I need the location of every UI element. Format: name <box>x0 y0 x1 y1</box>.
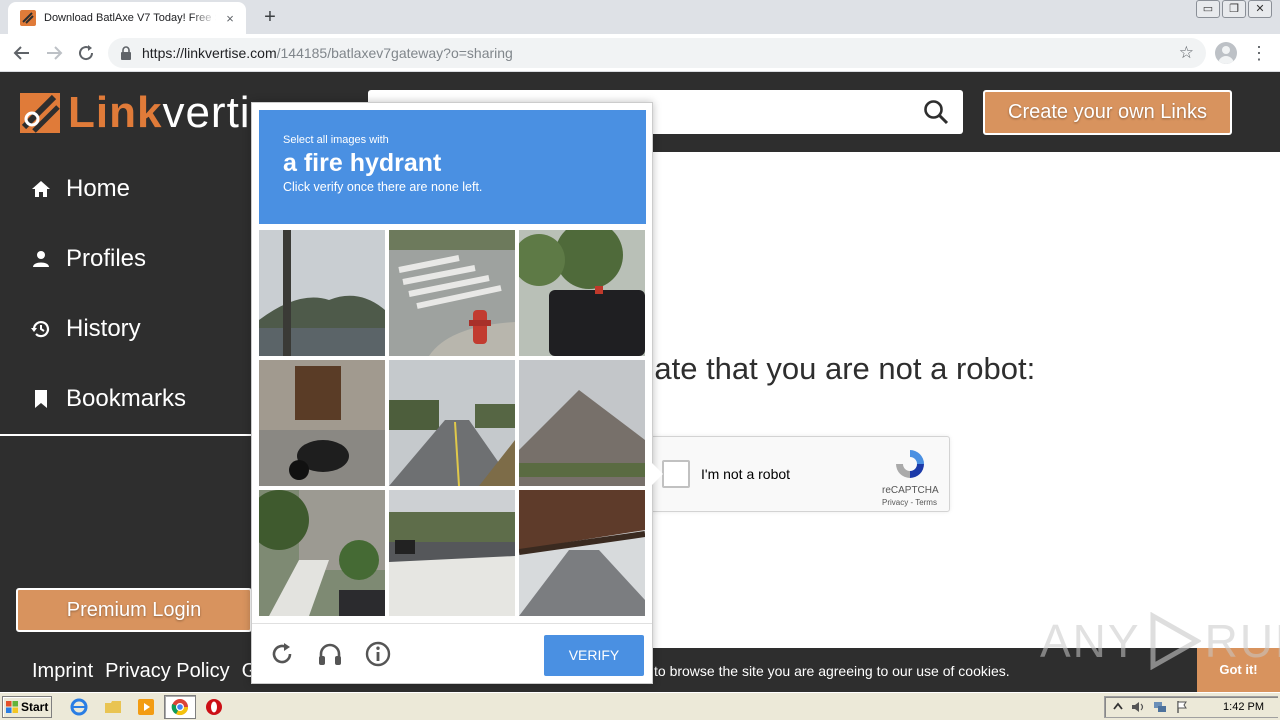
opera-icon[interactable] <box>205 698 223 716</box>
challenge-line3: Click verify once there are none left. <box>283 180 483 194</box>
internet-explorer-icon[interactable] <box>70 698 88 716</box>
challenge-tile-8[interactable] <box>389 490 515 616</box>
minimize-button[interactable]: ▭ <box>1196 0 1220 18</box>
logo-text-link: Link <box>68 88 163 137</box>
recaptcha-widget: I'm not a robot reCAPTCHA Privacy - Term… <box>650 436 950 512</box>
restore-button[interactable]: ❐ <box>1222 0 1246 18</box>
window-controls: ▭ ❐ ✕ <box>1196 0 1272 18</box>
footer-links: Imprint Privacy Policy G <box>32 660 257 683</box>
challenge-tile-4[interactable] <box>259 360 385 486</box>
not-robot-checkbox[interactable] <box>662 460 690 488</box>
network-icon[interactable] <box>1153 700 1167 714</box>
challenge-target: a fire hydrant <box>283 149 442 177</box>
system-tray: 1:42 PM <box>1104 696 1278 718</box>
reload-challenge-icon[interactable] <box>268 640 296 668</box>
start-label: Start <box>21 700 49 714</box>
person-icon <box>33 251 49 267</box>
cookie-notice-text: to browse the site you are agreeing to o… <box>654 663 1010 679</box>
sidebar-divider <box>0 434 252 436</box>
reload-icon[interactable] <box>74 41 98 65</box>
recaptcha-challenge-popup: Select all images with a fire hydrant Cl… <box>251 102 663 684</box>
profile-avatar-icon[interactable] <box>1215 42 1237 64</box>
premium-login-button[interactable]: Premium Login <box>16 588 252 632</box>
challenge-tile-3[interactable] <box>519 230 645 356</box>
menu-kebab-icon[interactable]: ⋮ <box>1250 40 1268 66</box>
sidebar-item-label: Bookmarks <box>66 385 187 412</box>
linkvertise-logo-icon <box>20 93 60 133</box>
watermark-right: RUN <box>1204 615 1280 667</box>
tray-expand-icon[interactable] <box>1111 700 1125 714</box>
sidebar-item-profiles[interactable]: Profiles <box>0 229 252 289</box>
url-text: https://linkvertise.com/144185/batlaxev7… <box>142 45 513 61</box>
challenge-footer: VERIFY <box>252 623 652 683</box>
privacy-policy-link[interactable]: Privacy Policy <box>105 660 229 683</box>
address-bar[interactable]: https://linkvertise.com/144185/batlaxev7… <box>108 38 1206 68</box>
challenge-image-grid <box>259 230 647 618</box>
challenge-tile-5[interactable] <box>389 360 515 486</box>
popup-arrow <box>652 463 663 485</box>
sidebar-item-label: Home <box>66 175 131 202</box>
challenge-tile-9[interactable] <box>519 490 645 616</box>
challenge-tile-6[interactable] <box>519 360 645 486</box>
chrome-taskbar-button[interactable] <box>164 695 196 719</box>
volume-icon[interactable] <box>1131 700 1145 714</box>
challenge-line1: Select all images with <box>283 134 389 146</box>
audio-challenge-icon[interactable] <box>316 640 344 668</box>
verify-button[interactable]: VERIFY <box>544 635 644 676</box>
sidebar: Home Profiles History Bookmarks Premium … <box>0 152 252 648</box>
tab-strip: Download BatlAxe V7 Today! Free S × + ▭ … <box>0 0 1280 34</box>
imprint-link[interactable]: Imprint <box>32 660 93 683</box>
bookmark-icon <box>35 390 47 408</box>
media-player-icon[interactable] <box>137 698 155 716</box>
watermark-left: ANY <box>1040 615 1141 667</box>
logo-text-vertise: verti <box>162 88 251 137</box>
challenge-instructions: Select all images with a fire hydrant Cl… <box>259 110 646 224</box>
url-host: https://linkvertise.com <box>142 45 277 61</box>
linkvertise-favicon-icon <box>20 10 36 26</box>
history-icon <box>31 321 50 338</box>
folder-icon[interactable] <box>104 698 122 716</box>
sidebar-item-label: History <box>66 315 141 342</box>
browser-toolbar: https://linkvertise.com/144185/batlaxev7… <box>0 34 1280 72</box>
lock-icon <box>121 46 131 60</box>
not-robot-label: I'm not a robot <box>701 466 791 482</box>
chrome-icon <box>171 699 189 716</box>
close-window-button[interactable]: ✕ <box>1248 0 1272 18</box>
play-triangle-icon <box>1150 612 1201 670</box>
start-button[interactable]: Start <box>2 696 52 718</box>
sidebar-item-bookmarks[interactable]: Bookmarks <box>0 369 252 429</box>
browser-tab-active[interactable]: Download BatlAxe V7 Today! Free S × <box>8 2 246 34</box>
challenge-tile-7[interactable] <box>259 490 385 616</box>
taskbar: Start 1:42 PM <box>0 692 1280 720</box>
tab-title: Download BatlAxe V7 Today! Free S <box>44 12 216 24</box>
forward-arrow-icon[interactable] <box>42 41 66 65</box>
linkvertise-logo[interactable]: Link verti <box>16 88 251 138</box>
challenge-tile-1[interactable] <box>259 230 385 356</box>
taskbar-clock: 1:42 PM <box>1223 701 1264 713</box>
sidebar-item-label: Profiles <box>66 245 147 272</box>
create-links-button[interactable]: Create your own Links <box>983 90 1232 135</box>
recaptcha-brand: reCAPTCHA <box>882 485 939 496</box>
challenge-tile-2[interactable] <box>389 230 515 356</box>
anyrun-watermark: ANY RUN <box>1040 612 1280 670</box>
sidebar-item-home[interactable]: Home <box>0 159 252 219</box>
bookmark-star-icon[interactable]: ☆ <box>1179 43 1194 63</box>
info-icon[interactable] <box>364 640 392 668</box>
new-tab-button[interactable]: + <box>258 6 282 30</box>
back-arrow-icon[interactable] <box>10 41 34 65</box>
search-icon[interactable] <box>923 99 949 125</box>
home-icon <box>32 181 50 197</box>
sidebar-item-history[interactable]: History <box>0 299 252 359</box>
windows-flag-icon <box>6 701 18 713</box>
recaptcha-logo-icon <box>896 450 924 478</box>
url-path: /144185/batlaxev7gateway?o=sharing <box>276 45 513 61</box>
tab-close-icon[interactable]: × <box>222 11 238 26</box>
recaptcha-terms-link[interactable]: Privacy - Terms <box>882 498 937 507</box>
action-center-flag-icon[interactable] <box>1175 700 1189 714</box>
